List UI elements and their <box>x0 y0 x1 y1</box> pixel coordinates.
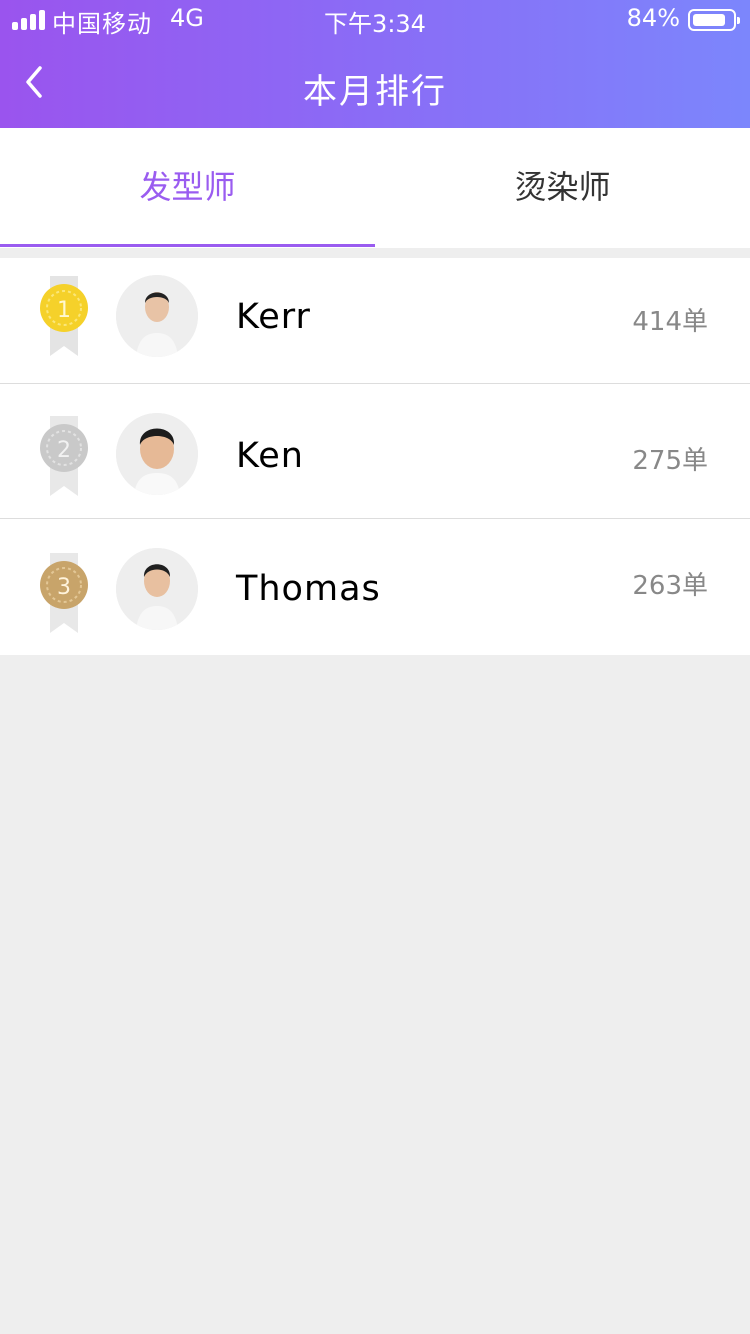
battery-percent: 84% <box>626 4 680 32</box>
avatar <box>116 275 198 357</box>
tab-stylist[interactable]: 发型师 <box>0 128 375 248</box>
medal-rank-number: 3 <box>57 575 71 600</box>
bronze-medal-icon: 3 <box>38 553 90 637</box>
ranking-row-2[interactable]: 2 Ken 275单 <box>0 384 750 519</box>
medal-rank-number: 1 <box>57 298 71 323</box>
stylist-name: Thomas <box>236 569 381 609</box>
battery-level <box>693 14 725 26</box>
ranking-row-1[interactable]: 1 Kerr 414单 <box>0 258 750 384</box>
order-count: 263单 <box>632 571 708 601</box>
ranking-row-3[interactable]: 3 Thomas 263单 <box>0 519 750 655</box>
status-bar: 中国移动 4G 下午3:34 84% <box>0 0 750 40</box>
avatar <box>116 548 198 630</box>
stylist-name: Kerr <box>236 297 311 337</box>
stylist-name: Ken <box>236 436 304 476</box>
battery-icon <box>688 9 740 31</box>
order-count: 414单 <box>632 307 708 337</box>
gold-medal-icon: 1 <box>38 276 90 360</box>
tab-bar: 发型师 烫染师 <box>0 128 750 248</box>
tab-colorist[interactable]: 烫染师 <box>375 128 750 248</box>
active-tab-indicator <box>0 244 375 247</box>
header-bar: 中国移动 4G 下午3:34 84% 本月排行 <box>0 0 750 128</box>
silver-medal-icon: 2 <box>38 416 90 500</box>
ranking-list: 1 Kerr 414单 2 Ken 275单 3 Thomas 263单 <box>0 258 750 655</box>
medal-rank-number: 2 <box>57 438 71 463</box>
page-title: 本月排行 <box>303 72 447 112</box>
avatar <box>116 413 198 495</box>
order-count: 275单 <box>632 446 708 476</box>
